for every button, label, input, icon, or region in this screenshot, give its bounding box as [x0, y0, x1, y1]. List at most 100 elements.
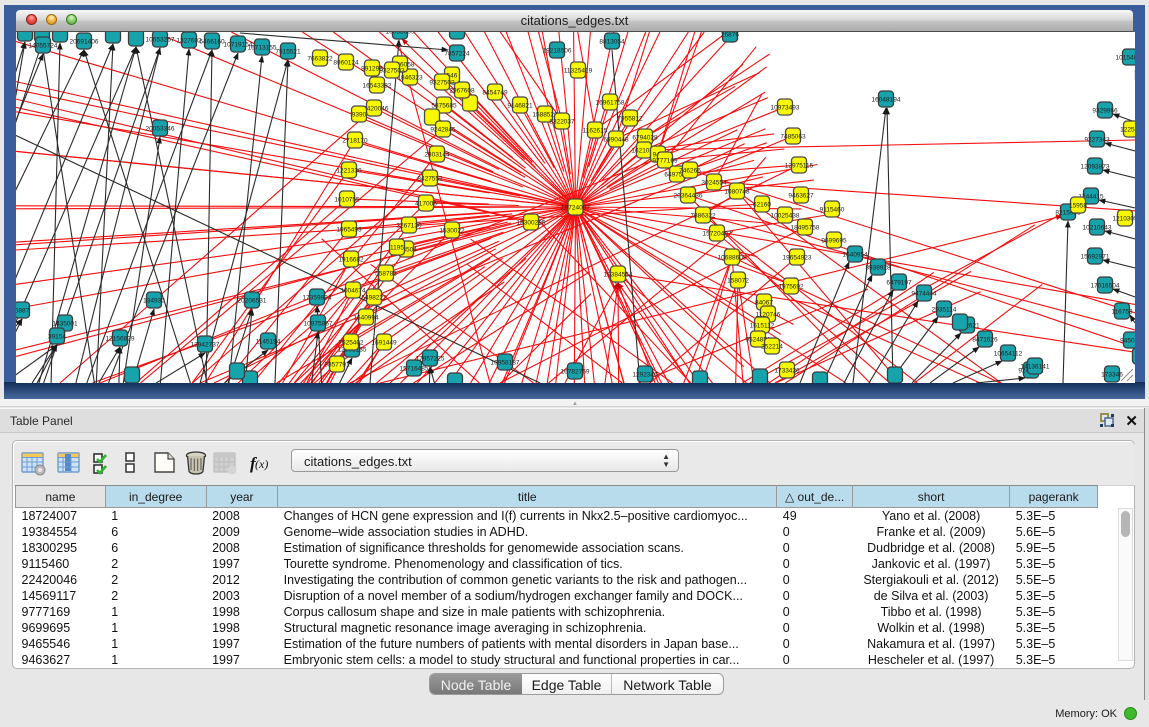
svg-text:16961758: 16961758	[596, 100, 625, 107]
svg-text:17957225: 17957225	[416, 356, 445, 363]
svg-text:7857224: 7857224	[444, 51, 470, 58]
svg-text:1916682: 1916682	[338, 257, 364, 264]
svg-text:1195: 1195	[390, 245, 404, 252]
svg-text:15692971: 15692971	[1081, 254, 1110, 261]
svg-text:1435001: 1435001	[52, 321, 78, 328]
svg-text:1691449: 1691449	[371, 340, 397, 347]
svg-text:2718170: 2718170	[342, 138, 368, 145]
svg-text:18495758: 18495758	[791, 225, 820, 232]
svg-text:10688609: 10688609	[718, 255, 747, 262]
svg-text:5887: 5887	[16, 308, 30, 315]
svg-text:16713155: 16713155	[248, 45, 277, 52]
svg-text:7955812: 7955812	[617, 116, 643, 123]
svg-text:17359934: 17359934	[303, 295, 332, 302]
svg-text:417006: 417006	[415, 201, 437, 208]
svg-text:10973493: 10973493	[771, 105, 800, 112]
svg-text:8454749: 8454749	[482, 90, 508, 97]
svg-text:20691406: 20691406	[70, 39, 99, 46]
svg-text:116753: 116753	[1111, 309, 1133, 316]
svg-text:18724007: 18724007	[561, 205, 590, 212]
svg-text:19654923: 19654923	[783, 255, 812, 262]
svg-text:10975867: 10975867	[304, 321, 333, 328]
svg-text:10653267: 10653267	[146, 37, 175, 44]
svg-text:62160: 62160	[753, 202, 771, 209]
svg-text:6479197: 6479197	[886, 280, 912, 287]
svg-text:7663822: 7663822	[307, 56, 333, 63]
svg-text:11325419: 11325419	[564, 68, 593, 75]
svg-text:39154: 39154	[48, 334, 66, 341]
svg-text:1640994: 1640994	[353, 315, 379, 322]
svg-text:9329966: 9329966	[1092, 108, 1118, 115]
svg-text:1975692: 1975692	[778, 284, 804, 291]
svg-text:7625402: 7625402	[338, 340, 364, 347]
svg-text:20364436: 20364436	[674, 193, 703, 200]
svg-text:14055724: 14055724	[29, 43, 58, 50]
svg-text:9242845: 9242845	[430, 127, 456, 134]
svg-text:2967608: 2967608	[449, 88, 475, 95]
svg-text:26876: 26876	[721, 32, 739, 39]
svg-text:15716485: 15716485	[400, 366, 429, 373]
svg-text:10210643: 10210643	[1083, 225, 1112, 232]
svg-text:6990448: 6990448	[603, 137, 629, 144]
svg-text:14136141: 14136141	[1021, 364, 1050, 371]
svg-text:9146821: 9146821	[507, 103, 533, 110]
svg-text:945062: 945062	[1120, 338, 1135, 345]
svg-text:122549: 122549	[1120, 127, 1135, 134]
svg-text:1327602: 1327602	[176, 38, 202, 45]
svg-text:19384554: 19384554	[604, 272, 633, 279]
svg-text:1210305: 1210305	[1112, 216, 1135, 223]
svg-text:12975115: 12975115	[785, 163, 814, 170]
svg-text:16048194: 16048194	[872, 97, 901, 104]
svg-text:10654112: 10654112	[994, 351, 1023, 358]
svg-text:10154808: 10154808	[1116, 55, 1135, 62]
svg-text:9463627: 9463627	[788, 193, 814, 200]
svg-text:16782759: 16782759	[561, 369, 590, 376]
svg-text:1615112: 1615112	[750, 323, 775, 330]
svg-text:3267130: 3267130	[396, 223, 422, 230]
svg-text:12156829: 12156829	[106, 336, 135, 343]
svg-text:8471626: 8471626	[972, 337, 998, 344]
svg-text:1010755: 1010755	[334, 197, 360, 204]
svg-text:7515521: 7515521	[275, 49, 301, 56]
svg-text:1145194: 1145194	[256, 339, 281, 346]
svg-text:1733426: 1733426	[774, 368, 800, 375]
svg-text:9474444: 9474444	[911, 291, 937, 298]
svg-text:6466160: 6466160	[199, 39, 225, 46]
svg-text:9115460: 9115460	[820, 207, 845, 214]
svg-text:252214: 252214	[761, 344, 783, 351]
svg-text:158072: 158072	[727, 278, 749, 285]
svg-text:9857791: 9857791	[324, 362, 350, 369]
svg-text:1846323: 1846323	[397, 75, 423, 82]
svg-text:9327503: 9327503	[379, 68, 405, 75]
svg-text:1530022: 1530022	[439, 228, 465, 235]
svg-text:16053809: 16053809	[386, 32, 415, 36]
svg-text:15958: 15958	[1069, 203, 1087, 210]
svg-text:2935114: 2935114	[932, 307, 957, 314]
svg-text:1292346: 1292346	[632, 372, 658, 379]
svg-text:1640954: 1640954	[842, 252, 868, 259]
svg-text:12093873: 12093873	[1081, 164, 1110, 171]
svg-text:20053346: 20053346	[146, 126, 175, 133]
svg-text:8322037: 8322037	[549, 119, 575, 126]
svg-text:10025438: 10025438	[771, 213, 800, 220]
svg-text:20206531: 20206531	[238, 298, 267, 305]
svg-text:1221330: 1221330	[336, 168, 362, 175]
svg-text:(x): (x)	[255, 457, 268, 471]
svg-text:8813054: 8813054	[599, 39, 625, 46]
svg-text:173346: 173346	[1101, 372, 1123, 379]
svg-text:6794028: 6794028	[632, 135, 658, 142]
svg-text:8427552: 8427552	[417, 176, 443, 183]
svg-text:134930: 134930	[143, 298, 165, 305]
svg-text:8960124: 8960124	[333, 60, 359, 67]
svg-text:10958187: 10958187	[491, 360, 520, 367]
svg-text:9777169: 9777169	[652, 158, 678, 165]
svg-text:18300295: 18300295	[517, 220, 546, 227]
svg-text:7485063: 7485063	[780, 134, 806, 141]
svg-text:1965493: 1965493	[336, 227, 362, 234]
svg-text:746266: 746266	[679, 168, 701, 175]
svg-text:9699695: 9699695	[821, 238, 847, 245]
svg-text:7886322: 7886322	[690, 213, 716, 220]
svg-text:1004674: 1004674	[340, 288, 366, 295]
svg-text:9327502: 9327502	[429, 80, 455, 87]
svg-text:8938928: 8938928	[865, 265, 891, 272]
